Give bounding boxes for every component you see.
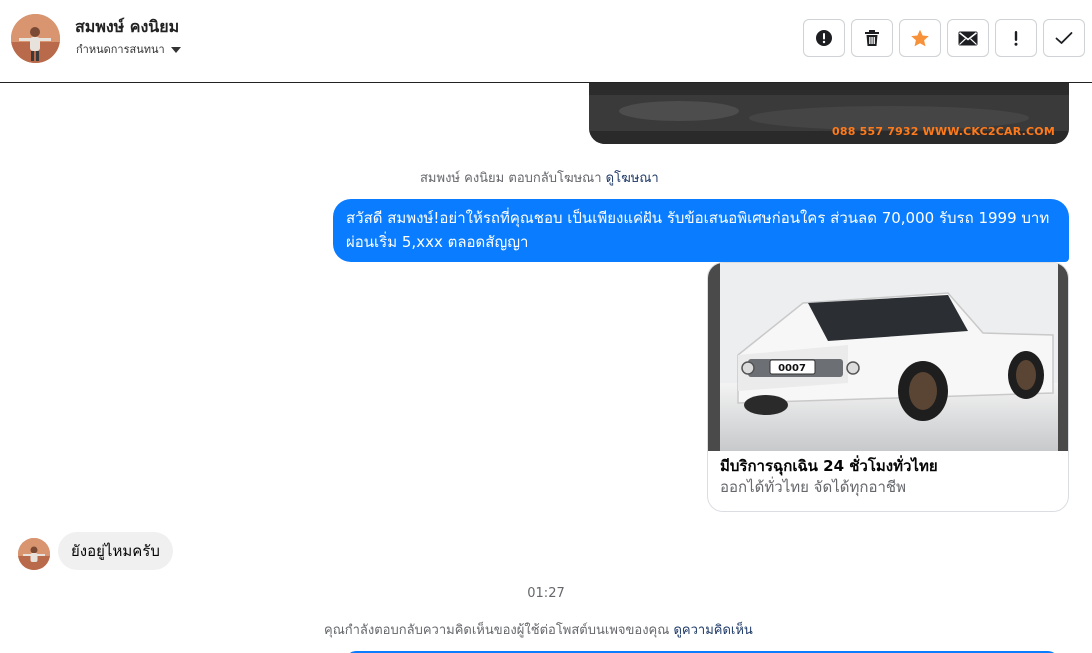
star-button[interactable] <box>899 19 941 57</box>
exclamation-icon <box>1014 31 1018 46</box>
sender-avatar[interactable] <box>18 538 50 570</box>
outgoing-message-bubble[interactable]: สวัสดี สมพงษ์!อย่าให้รถที่คุณชอบ เป็นเพี… <box>333 199 1069 262</box>
message-thread: 088 557 7932 WWW.CKC2CAR.COM สมพงษ์ คงนิ… <box>0 83 1092 653</box>
ad-reply-text: สมพงษ์ คงนิยม ตอบกลับโฆษณา <box>420 171 602 186</box>
pickup-truck-icon: 0007 <box>708 263 1068 451</box>
comment-reply-notice: คุณกำลังตอบกลับความคิดเห็นของผู้ใช้ต่อโพ… <box>324 619 753 640</box>
message-timestamp: 01:27 <box>527 586 565 601</box>
view-comment-link[interactable]: ดูความคิดเห็น <box>673 623 752 638</box>
spam-button[interactable] <box>803 19 845 57</box>
star-icon <box>911 29 929 46</box>
alert-circle-icon <box>816 30 832 46</box>
previous-image-attachment[interactable]: 088 557 7932 WWW.CKC2CAR.COM <box>589 83 1069 144</box>
license-plate: 0007 <box>778 363 806 374</box>
mark-unread-button[interactable] <box>947 19 989 57</box>
card-subtitle: ออกได้ทั่วไทย จัดได้ทุกอาชีพ <box>720 478 906 496</box>
avatar-photo-icon <box>11 14 60 63</box>
follow-up-button[interactable] <box>995 19 1037 57</box>
ad-attachment-card[interactable]: 0007 มีบริการฉุกเฉิน 24 ชั่วโมงทั่วไทย อ… <box>707 262 1069 512</box>
view-ad-link[interactable]: ดูโฆษณา <box>606 171 659 186</box>
conversation-toolbar <box>803 19 1085 57</box>
comment-reply-text: คุณกำลังตอบกลับความคิดเห็นของผู้ใช้ต่อโพ… <box>324 623 670 638</box>
envelope-icon <box>958 31 978 45</box>
checkmark-icon <box>1055 32 1073 44</box>
mark-done-button[interactable] <box>1043 19 1085 57</box>
contact-name[interactable]: สมพงษ์ คงนิยม <box>75 15 179 40</box>
ad-reply-notice: สมพงษ์ คงนิยม ตอบกลับโฆษณา ดูโฆษณา <box>420 167 659 188</box>
trash-icon <box>865 30 879 46</box>
conversation-header: สมพงษ์ คงนิยม กำหนดการสนทนา <box>0 0 1092 83</box>
incoming-message-bubble[interactable]: ยังอยู่ไหมครับ <box>58 532 173 570</box>
caret-down-icon <box>170 46 181 53</box>
avatar-photo-icon <box>18 538 50 570</box>
delete-button[interactable] <box>851 19 893 57</box>
card-image: 0007 <box>708 263 1068 451</box>
image-watermark: 088 557 7932 WWW.CKC2CAR.COM <box>832 125 1055 138</box>
conversation-schedule-dropdown[interactable]: กำหนดการสนทนา <box>76 40 181 58</box>
avatar[interactable] <box>11 14 60 63</box>
conversation-schedule-label: กำหนดการสนทนา <box>76 43 165 56</box>
